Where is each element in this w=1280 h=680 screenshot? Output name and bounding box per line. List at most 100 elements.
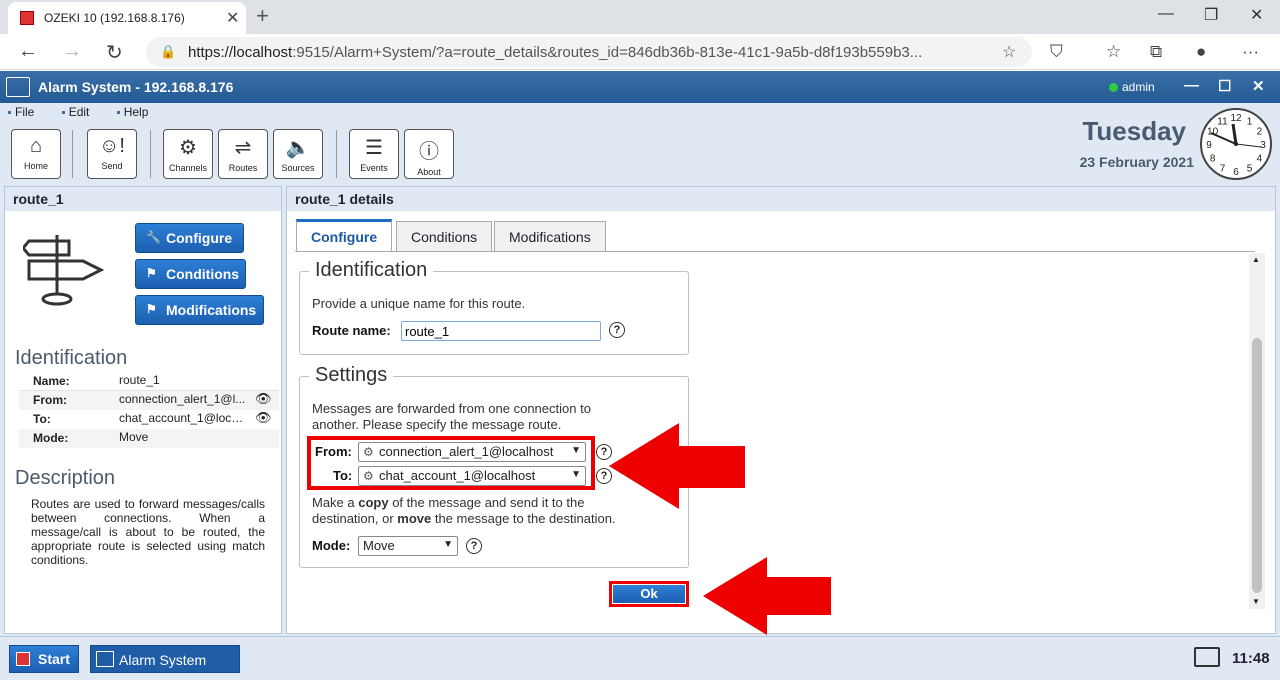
move-hint: destination, or move the message to the … <box>312 511 616 526</box>
close-window-icon[interactable]: ✕ <box>1250 5 1263 25</box>
summary-row-to: To: chat_account_1@local... 👁 <box>19 410 279 429</box>
send-person-icon: ☺! <box>99 135 125 157</box>
events-button[interactable]: ☰ Events <box>349 129 399 179</box>
home-label: Home <box>23 161 48 171</box>
lock-icon[interactable]: 🔒 <box>160 44 176 60</box>
identification-fieldset <box>299 271 689 355</box>
tab-modifications[interactable]: Modifications <box>494 221 606 251</box>
mode-value: Move <box>119 430 149 444</box>
start-button[interactable]: Start <box>9 645 79 673</box>
start-icon <box>16 652 30 666</box>
mode-label: Mode: <box>312 538 351 553</box>
route-summary-panel: route_1 🔧 Configure ⚑ Conditions ⚑ Modifica… <box>4 186 282 634</box>
route-name-label: Route name: <box>312 323 391 338</box>
about-button[interactable]: ⓘ About <box>404 129 454 179</box>
clock-numeral: 1 <box>1247 117 1253 128</box>
app-close-icon[interactable]: ✕ <box>1252 77 1265 95</box>
monitor-icon[interactable] <box>1194 647 1220 667</box>
routes-button[interactable]: ⇌ Routes <box>218 129 268 179</box>
from-value: connection_alert_1@l... <box>119 392 246 406</box>
browser-tab[interactable]: OZEKI 10 (192.168.8.176) ✕ <box>8 2 246 34</box>
channels-label: Channels <box>168 163 208 173</box>
send-label: Send <box>101 161 123 171</box>
clock-numeral: 8 <box>1210 154 1216 165</box>
restore-window-icon[interactable]: ❐ <box>1204 5 1218 25</box>
collections-icon[interactable]: ⧉ <box>1150 42 1162 62</box>
mode-help-icon[interactable]: ? <box>466 538 482 554</box>
reload-icon[interactable]: ↻ <box>106 40 123 65</box>
about-label: About <box>417 167 441 177</box>
close-tab-icon[interactable]: ✕ <box>226 8 239 28</box>
description-section-title: Description <box>15 467 116 489</box>
forward-icon[interactable]: → <box>62 40 82 63</box>
highlight-arrow-icon <box>609 423 745 509</box>
clock-numeral: 3 <box>1260 140 1266 151</box>
summary-row-mode: Mode: Move <box>19 429 279 448</box>
favorites-icon[interactable]: ☆ <box>1106 42 1121 62</box>
channels-button[interactable]: ⚙ Channels <box>163 129 213 179</box>
menu-help[interactable]: Help <box>116 105 161 119</box>
shield-icon[interactable]: ⛉ <box>1050 42 1063 62</box>
clock-numeral: 2 <box>1257 127 1263 138</box>
tab-conditions[interactable]: Conditions <box>396 221 493 251</box>
clock-numeral: 9 <box>1206 140 1212 151</box>
name-key: Name: <box>33 374 70 388</box>
toolbar-separator <box>150 130 151 178</box>
scroll-up-icon[interactable]: ▲ <box>1252 255 1260 264</box>
settings-hint-line1: Messages are forwarded from one connecti… <box>312 401 591 416</box>
ok-button[interactable]: Ok <box>613 585 685 603</box>
from-connection-select[interactable]: ⚙ connection_alert_1@localhost ▼ <box>358 442 586 462</box>
menu-file[interactable]: File <box>8 105 46 119</box>
route-name-input[interactable] <box>401 321 601 341</box>
to-connection-select[interactable]: ⚙ chat_account_1@localhost ▼ <box>358 466 586 486</box>
channels-icon: ⚙ <box>179 137 197 159</box>
ok-button-highlight: Ok <box>609 581 689 607</box>
right-panel-header: route_1 details <box>287 187 1275 211</box>
analog-clock-icon: 12 1234567891011 <box>1200 108 1272 180</box>
add-favorite-icon[interactable]: ☆ <box>1002 42 1016 62</box>
mode-select[interactable]: Move ▼ <box>358 536 458 556</box>
app-title-bar: Alarm System - 192.168.8.176 admin — ☐ ✕ <box>0 71 1280 103</box>
app-maximize-icon[interactable]: ☐ <box>1218 77 1231 95</box>
taskbar-item-alarm-system[interactable]: Alarm System <box>90 645 240 673</box>
back-icon[interactable]: ← <box>18 40 38 63</box>
wrench-icon: 🔧 <box>146 230 161 244</box>
sources-button[interactable]: 🔈 Sources <box>273 129 323 179</box>
view-eye-icon[interactable]: 👁 <box>255 410 272 426</box>
route-name-help-icon[interactable]: ? <box>609 322 625 338</box>
from-key: From: <box>33 393 67 407</box>
app-minimize-icon[interactable]: — <box>1184 77 1199 94</box>
to-value: chat_account_1@local... <box>119 411 249 425</box>
address-bar[interactable]: 🔒 https://localhost:9515/Alarm+System/?a… <box>146 37 1032 67</box>
view-eye-icon[interactable]: 👁 <box>255 391 272 407</box>
copy-hint: Make a copy of the message and send it t… <box>312 495 585 510</box>
modifications-button[interactable]: ⚑ Modifications <box>135 295 264 325</box>
new-tab-icon[interactable]: + <box>256 3 269 29</box>
user-name[interactable]: admin <box>1122 80 1155 94</box>
more-options-icon[interactable]: ··· <box>1242 42 1259 62</box>
clock-numeral: 7 <box>1220 163 1226 174</box>
identification-section-title: Identification <box>15 347 128 369</box>
events-list-icon: ☰ <box>365 137 383 159</box>
to-label: To: <box>333 468 353 483</box>
browser-toolbar: ← → ↻ 🔒 https://localhost:9515/Alarm+Sys… <box>0 34 1280 70</box>
profile-icon[interactable]: ● <box>1196 42 1206 62</box>
menu-edit[interactable]: Edit <box>61 105 102 119</box>
browser-tab-title: OZEKI 10 (192.168.8.176) <box>44 11 185 25</box>
scroll-down-icon[interactable]: ▼ <box>1252 597 1260 606</box>
conditions-button[interactable]: ⚑ Conditions <box>135 259 246 289</box>
send-button[interactable]: ☺! Send <box>87 129 137 179</box>
tab-configure[interactable]: Configure <box>296 219 393 251</box>
scrollbar-thumb[interactable] <box>1252 338 1262 593</box>
configure-button[interactable]: 🔧 Configure <box>135 223 244 253</box>
chevron-down-icon: ▼ <box>571 469 581 480</box>
minimize-window-icon[interactable]: — <box>1158 5 1174 23</box>
events-label: Events <box>360 163 388 173</box>
home-button[interactable]: ⌂ Home <box>11 129 61 179</box>
name-value: route_1 <box>119 373 160 387</box>
toolbar-separator <box>336 130 337 178</box>
sources-label: Sources <box>281 163 315 173</box>
gear-icon: ⚙ <box>363 469 374 483</box>
identification-legend: Identification <box>309 259 434 282</box>
info-icon: ⓘ <box>419 141 439 163</box>
